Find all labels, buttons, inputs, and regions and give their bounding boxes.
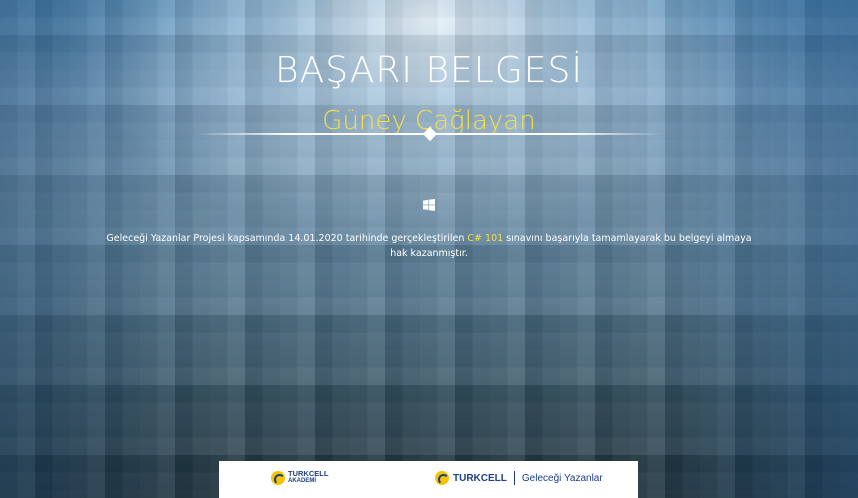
turkcell-icon [271,470,285,485]
turkcell-icon [435,471,449,485]
description-text-before: Geleceği Yazanlar Projesi kapsamında 14.… [106,233,468,244]
course-name: C# 101 [467,233,504,244]
logo-right-program: Geleceği Yazanlar [521,472,603,484]
logo-left-brand: TURKCELL [288,469,329,478]
turkcell-gelecegi-yazanlar-logo: TURKCELL Geleceği Yazanlar [435,471,603,485]
sponsor-footer: TURKCELL AKADEMİ TURKCELL Geleceği Yazan… [219,461,638,498]
turkcell-akademi-logo: TURKCELL AKADEMİ [271,470,328,485]
certificate-description: Geleceği Yazanlar Projesi kapsamında 14.… [100,231,758,261]
logo-left-sub: AKADEMİ [288,478,316,484]
windows-icon [423,199,435,211]
certificate-title: BAŞARI BELGESİ [275,50,583,91]
logo-right-brand: TURKCELL [453,472,507,484]
logo-separator [513,471,515,485]
